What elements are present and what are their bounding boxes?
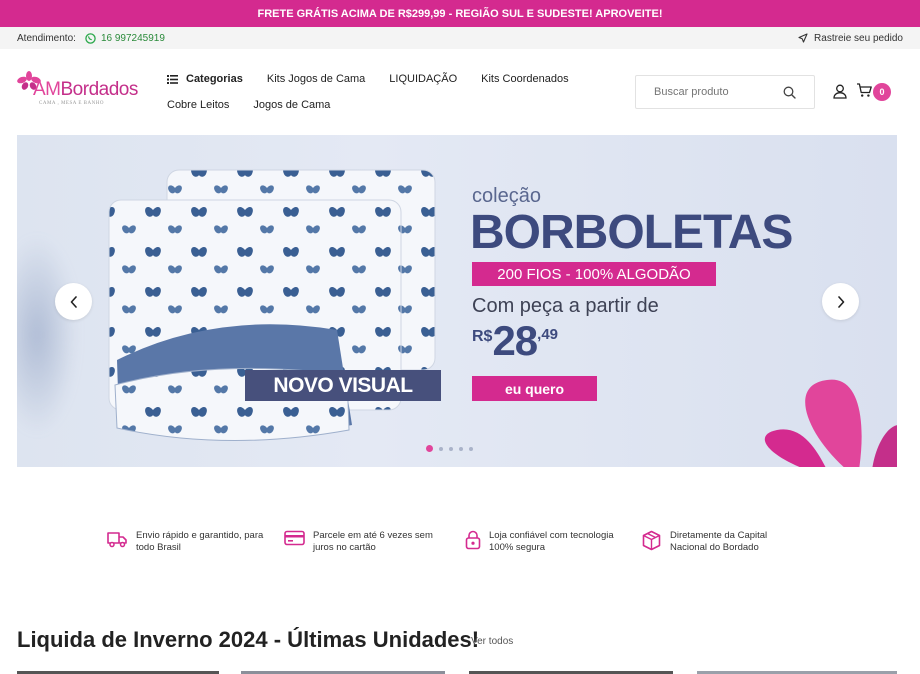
cart-icon[interactable]: [856, 83, 873, 98]
box-icon: [642, 530, 661, 551]
thread-count-strip: 200 FIOS - 100% ALGODÃO: [472, 262, 716, 286]
menu-icon: [167, 74, 178, 84]
credit-card-icon: [284, 530, 305, 546]
search-input[interactable]: [654, 86, 764, 98]
track-order-link[interactable]: Rastreie seu pedido: [798, 33, 903, 44]
feature-installments: Parcele em até 6 vezes sem juros no cartã…: [284, 530, 433, 554]
price-lead-text: Com peça a partir de: [472, 295, 659, 317]
feature-text: juros no cartão: [313, 542, 376, 553]
carousel-dot[interactable]: [439, 446, 443, 451]
banner-cta-button[interactable]: eu quero: [472, 376, 597, 401]
send-icon: [798, 33, 808, 43]
pink-petal-decoration: [764, 379, 897, 467]
nav-cobre-leitos[interactable]: Cobre Leitos: [167, 99, 229, 111]
cart-count-badge: 0: [873, 83, 891, 101]
search-icon[interactable]: [783, 86, 796, 99]
support-label: Atendimento:: [17, 32, 76, 44]
whatsapp-link[interactable]: 16 997245919: [85, 33, 165, 44]
price-integer: 28: [492, 317, 538, 364]
chevron-right-icon: [837, 295, 844, 308]
hero-banner[interactable]: NOVO VISUAL coleção BORBOLETAS 200 FIOS …: [17, 135, 897, 467]
price-decimals: ,49: [537, 326, 559, 343]
nav-jogos-de-cama[interactable]: Jogos de Cama: [253, 99, 330, 111]
butterfly-bedding-image: [108, 169, 436, 441]
carousel-dot[interactable]: [449, 446, 453, 451]
site-header: AMBordados CAMA , MESA E BANHO Categoria…: [0, 49, 920, 135]
new-look-tag: NOVO VISUAL: [245, 370, 441, 401]
nav-liquidacao[interactable]: LIQUIDAÇÃO: [389, 73, 457, 85]
blurred-pillow-image: [17, 235, 77, 435]
track-order-label: Rastreie seu pedido: [814, 32, 903, 44]
feature-shipping: Envio rápido e garantido, para todo Brasi…: [107, 530, 263, 554]
feature-security: Loja confiável com tecnologia 100% segura: [465, 530, 614, 554]
user-icon[interactable]: [833, 84, 847, 99]
price-currency: R$: [472, 328, 493, 345]
main-nav: Categorias Kits Jogos de Cama LIQUIDAÇÃO…: [167, 69, 577, 115]
truck-icon: [107, 532, 127, 548]
feature-origin: Diretamente da Capital Nacional do Bordad…: [641, 530, 767, 554]
see-all-link[interactable]: Ver todos: [471, 636, 513, 647]
feature-text: Diretamente da Capital: [670, 530, 768, 541]
feature-text: 100% segura: [489, 542, 545, 553]
feature-text: Nacional do Bordado: [670, 542, 759, 553]
collection-title: BORBOLETAS: [470, 206, 793, 259]
feature-text: todo Brasil: [136, 542, 181, 553]
promo-text: FRETE GRÁTIS ACIMA DE R$299,99 - REGIÃO …: [257, 7, 663, 20]
carousel-dots: [426, 445, 473, 452]
section-title: Liquida de Inverno 2024 - Últimas Unidad…: [17, 627, 480, 652]
banner-price: R$ 28 ,49: [472, 318, 558, 364]
chevron-left-icon: [70, 295, 77, 308]
feature-text: Envio rápido e garantido, para: [136, 530, 264, 541]
nav-kits-jogos-de-cama[interactable]: Kits Jogos de Cama: [267, 73, 365, 85]
carousel-next-button[interactable]: [822, 283, 859, 320]
whatsapp-icon: [85, 32, 96, 44]
feature-text: Parcele em até 6 vezes sem: [313, 530, 433, 541]
search-box: [635, 75, 815, 109]
promo-topbar: FRETE GRÁTIS ACIMA DE R$299,99 - REGIÃO …: [0, 0, 920, 27]
info-bar: Atendimento: 16 997245919 Rastreie seu p…: [0, 27, 920, 49]
logo-tagline: CAMA , MESA E BANHO: [39, 101, 104, 106]
features-bar: Envio rápido e garantido, para todo Brasi…: [0, 530, 920, 560]
logo-wordmark: AMBordados: [33, 79, 138, 100]
lock-icon: [465, 530, 481, 550]
carousel-dot[interactable]: [469, 446, 473, 451]
carousel-prev-button[interactable]: [55, 283, 92, 320]
nav-kits-coordenados[interactable]: Kits Coordenados: [481, 73, 568, 85]
logo[interactable]: AMBordados CAMA , MESA E BANHO: [17, 71, 138, 111]
phone-number: 16 997245919: [100, 32, 165, 44]
feature-text: Loja confiável com tecnologia: [489, 530, 614, 541]
nav-categories-label: Categorias: [186, 73, 243, 85]
nav-categories[interactable]: Categorias: [167, 73, 243, 85]
carousel-dot[interactable]: [426, 445, 433, 452]
carousel-dot[interactable]: [459, 446, 463, 451]
